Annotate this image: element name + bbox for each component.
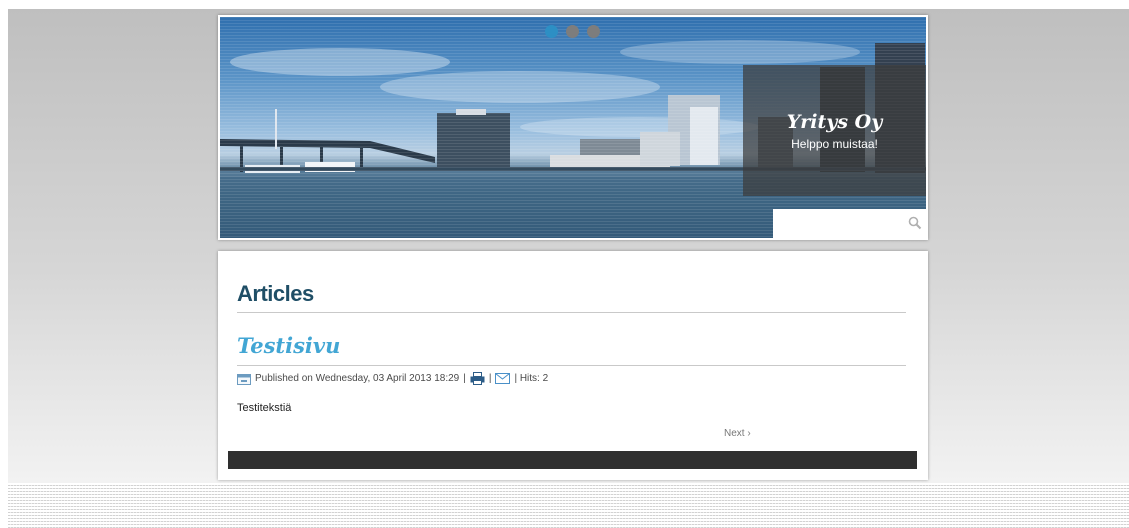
email-icon[interactable] — [495, 373, 511, 384]
calendar-icon — [237, 373, 251, 385]
hits-count: | Hits: 2 — [514, 373, 549, 384]
meta-separator: | — [463, 373, 466, 384]
content-footer-bar — [228, 451, 917, 469]
slider-dot-2[interactable] — [566, 25, 579, 38]
banner-image: Yritys Oy Helppo muistaa! — [220, 17, 926, 238]
slider-pagination — [545, 25, 600, 38]
site-tagline: Helppo muistaa! — [791, 137, 878, 151]
main-content: Articles Testisivu Published on Wednesda… — [218, 251, 928, 480]
search-input[interactable] — [773, 209, 926, 238]
site-name[interactable]: Yritys Oy — [743, 111, 926, 133]
meta-separator: | — [488, 373, 492, 384]
search-icon[interactable] — [908, 216, 922, 230]
brand-overlay: Yritys Oy Helppo muistaa! — [743, 65, 926, 196]
page-footer-pattern — [8, 483, 1129, 528]
site-header: Yritys Oy Helppo muistaa! — [218, 15, 928, 240]
slider-dot-3[interactable] — [587, 25, 600, 38]
slider-dot-1[interactable] — [545, 25, 558, 38]
print-icon[interactable] — [470, 372, 485, 385]
title-divider — [237, 312, 906, 313]
published-date: Published on Wednesday, 03 April 2013 18… — [255, 373, 460, 384]
article-divider — [237, 365, 906, 366]
next-link[interactable]: Next › — [724, 428, 751, 439]
article-body: Testitekstiä — [237, 402, 292, 414]
article-title[interactable]: Testisivu — [237, 333, 340, 358]
page-title: Articles — [237, 281, 314, 306]
article-meta: Published on Wednesday, 03 April 2013 18… — [237, 371, 548, 386]
